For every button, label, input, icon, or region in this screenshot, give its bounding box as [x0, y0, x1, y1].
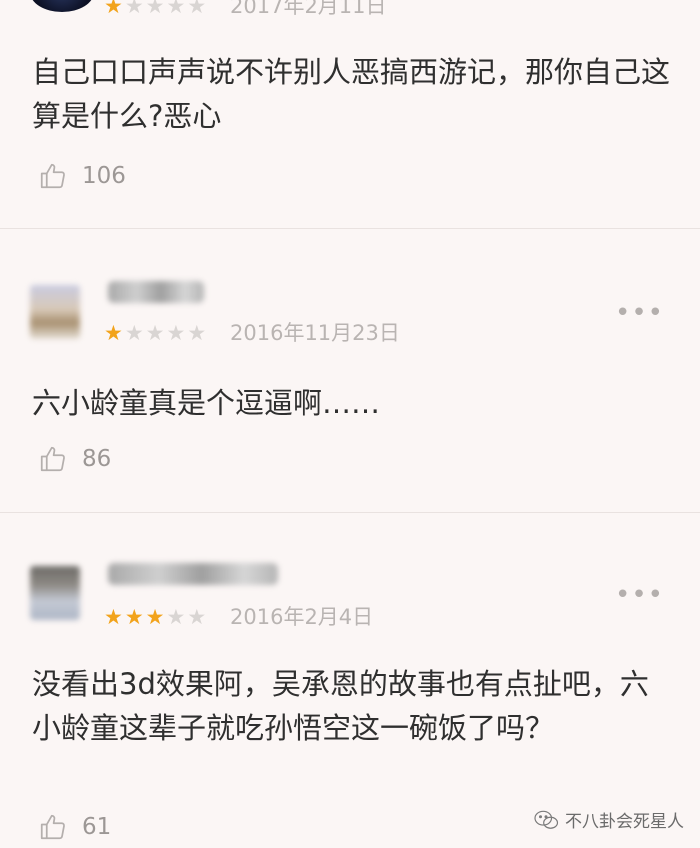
- star-icon: ★: [145, 0, 167, 18]
- star-rating: ★★★★★: [104, 0, 208, 18]
- more-options-icon[interactable]: •••: [615, 300, 664, 326]
- watermark: 不八卦会死星人: [533, 807, 684, 832]
- review-text: 没看出3d效果阿，吴承恩的故事也有点扯吧，六小龄童这辈子就吃孙悟空这一碗饭了吗？: [32, 667, 649, 745]
- star-icon: ★: [124, 605, 146, 629]
- divider: [0, 512, 700, 513]
- avatar[interactable]: [30, 0, 94, 12]
- like-count: 106: [82, 163, 126, 189]
- review-date: 2017年2月11日: [230, 0, 387, 18]
- star-icon: ★: [104, 321, 125, 345]
- review-date: 2016年2月4日: [230, 605, 374, 629]
- thumbs-up-icon: [40, 814, 65, 840]
- watermark-label: 不八卦会死星人: [565, 812, 684, 832]
- star-icon: ★: [145, 605, 167, 629]
- avatar[interactable]: [30, 566, 80, 620]
- star-rating: ★★★★★: [104, 605, 208, 629]
- thumbs-up-icon: [40, 446, 65, 472]
- star-icon: ★: [187, 321, 209, 345]
- like-button[interactable]: 106: [38, 160, 126, 192]
- thumbs-up-icon: [40, 163, 65, 189]
- review-text: 自己口口声声说不许别人恶搞西游记，那你自己这算是什么?恶心: [32, 55, 671, 133]
- star-icon: ★: [166, 0, 188, 18]
- divider: [0, 228, 700, 229]
- star-icon: ★: [145, 321, 167, 345]
- star-icon: ★: [187, 0, 209, 18]
- like-count: 86: [82, 446, 112, 472]
- star-icon: ★: [166, 321, 188, 345]
- avatar[interactable]: [30, 285, 80, 339]
- like-count: 61: [82, 814, 112, 840]
- star-icon: ★: [104, 605, 125, 629]
- star-icon: ★: [124, 0, 146, 18]
- star-icon: ★: [124, 321, 146, 345]
- like-button[interactable]: 61: [38, 811, 111, 843]
- username-blurred: [108, 281, 204, 303]
- like-button[interactable]: 86: [38, 443, 111, 475]
- review-text: 六小龄童真是个逗逼啊……: [32, 386, 381, 420]
- star-rating: ★★★★★: [104, 321, 208, 345]
- wechat-icon: [534, 810, 559, 829]
- star-icon: ★: [187, 605, 209, 629]
- star-icon: ★: [166, 605, 188, 629]
- username-blurred: [108, 563, 278, 585]
- review-date: 2016年11月23日: [230, 321, 400, 345]
- star-icon: ★: [104, 0, 125, 18]
- more-options-icon[interactable]: •••: [615, 582, 664, 608]
